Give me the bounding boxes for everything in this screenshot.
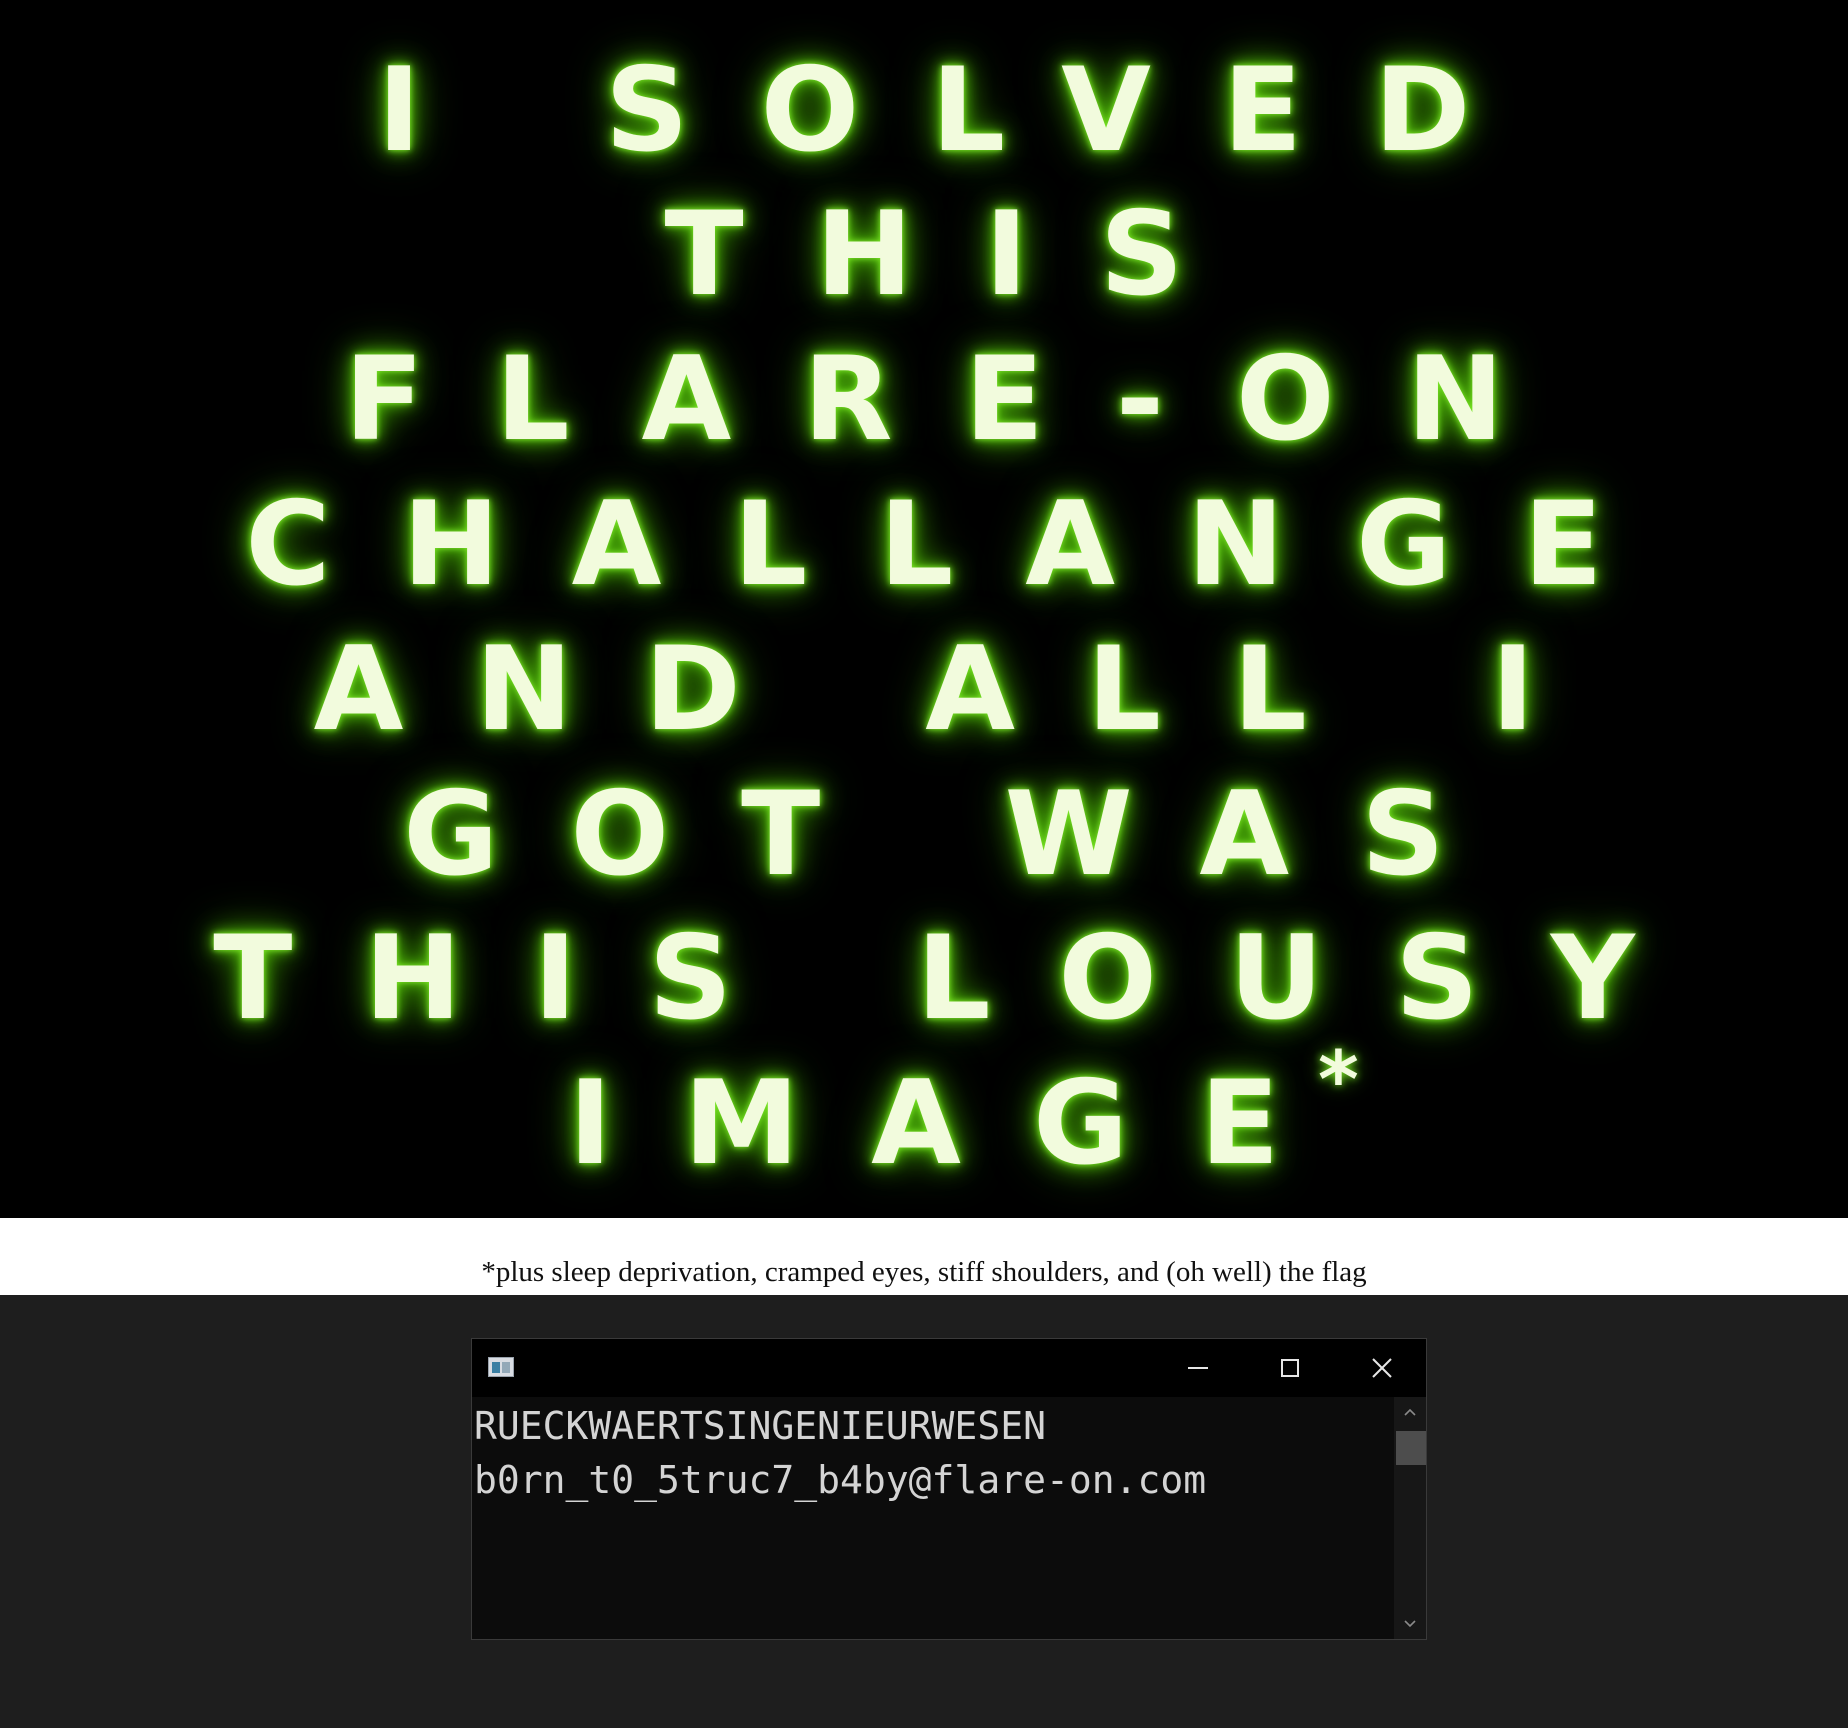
- scroll-down-button[interactable]: [1394, 1613, 1426, 1635]
- maximize-icon: [1281, 1359, 1299, 1377]
- poster-line-2: THIS: [664, 186, 1256, 322]
- close-icon: [1372, 1358, 1392, 1378]
- console-line-2: b0rn_t0_5truc7_b4by@flare-on.com: [474, 1458, 1207, 1502]
- poster-line-1: I SOLVED: [377, 42, 1543, 178]
- caption-text: *plus sleep deprivation, cramped eyes, s…: [481, 1256, 1367, 1288]
- console-window[interactable]: RUECKWAERTSINGENIEURWESEN b0rn_t0_5truc7…: [471, 1338, 1427, 1640]
- poster-line-7: THIS LOUSY: [213, 910, 1707, 1046]
- poster-line-4: CHALLANGE: [245, 476, 1675, 612]
- poster-line-3: FLARE-ON: [344, 331, 1576, 467]
- poster-line-6: GOT WAS: [403, 766, 1517, 902]
- scroll-up-button[interactable]: [1394, 1401, 1426, 1423]
- close-button[interactable]: [1336, 1339, 1428, 1397]
- chevron-up-icon: [1404, 1408, 1416, 1416]
- console-titlebar[interactable]: [472, 1339, 1426, 1397]
- console-line-1: RUECKWAERTSINGENIEURWESEN: [474, 1404, 1046, 1448]
- glowing-text-poster: I SOLVED THIS FLARE-ON CHALLANGE AND ALL…: [0, 0, 1848, 1218]
- console-app-icon[interactable]: [488, 1357, 514, 1377]
- scrollbar-thumb[interactable]: [1396, 1431, 1426, 1465]
- console-output[interactable]: RUECKWAERTSINGENIEURWESEN b0rn_t0_5truc7…: [472, 1397, 1392, 1639]
- page: I SOLVED THIS FLARE-ON CHALLANGE AND ALL…: [0, 0, 1848, 1728]
- chevron-down-icon: [1404, 1620, 1416, 1628]
- minimize-icon: [1188, 1367, 1208, 1369]
- poster-asterisk: *: [1318, 1036, 1359, 1126]
- flag-banner: I SOLVED THIS FLARE-ON CHALLANGE AND ALL…: [0, 0, 1848, 1295]
- minimize-button[interactable]: [1152, 1339, 1244, 1397]
- poster-line-5: AND ALL I: [313, 621, 1607, 757]
- vertical-scrollbar[interactable]: [1394, 1397, 1426, 1639]
- poster-line-8: IMAGE: [568, 1055, 1352, 1191]
- maximize-button[interactable]: [1244, 1339, 1336, 1397]
